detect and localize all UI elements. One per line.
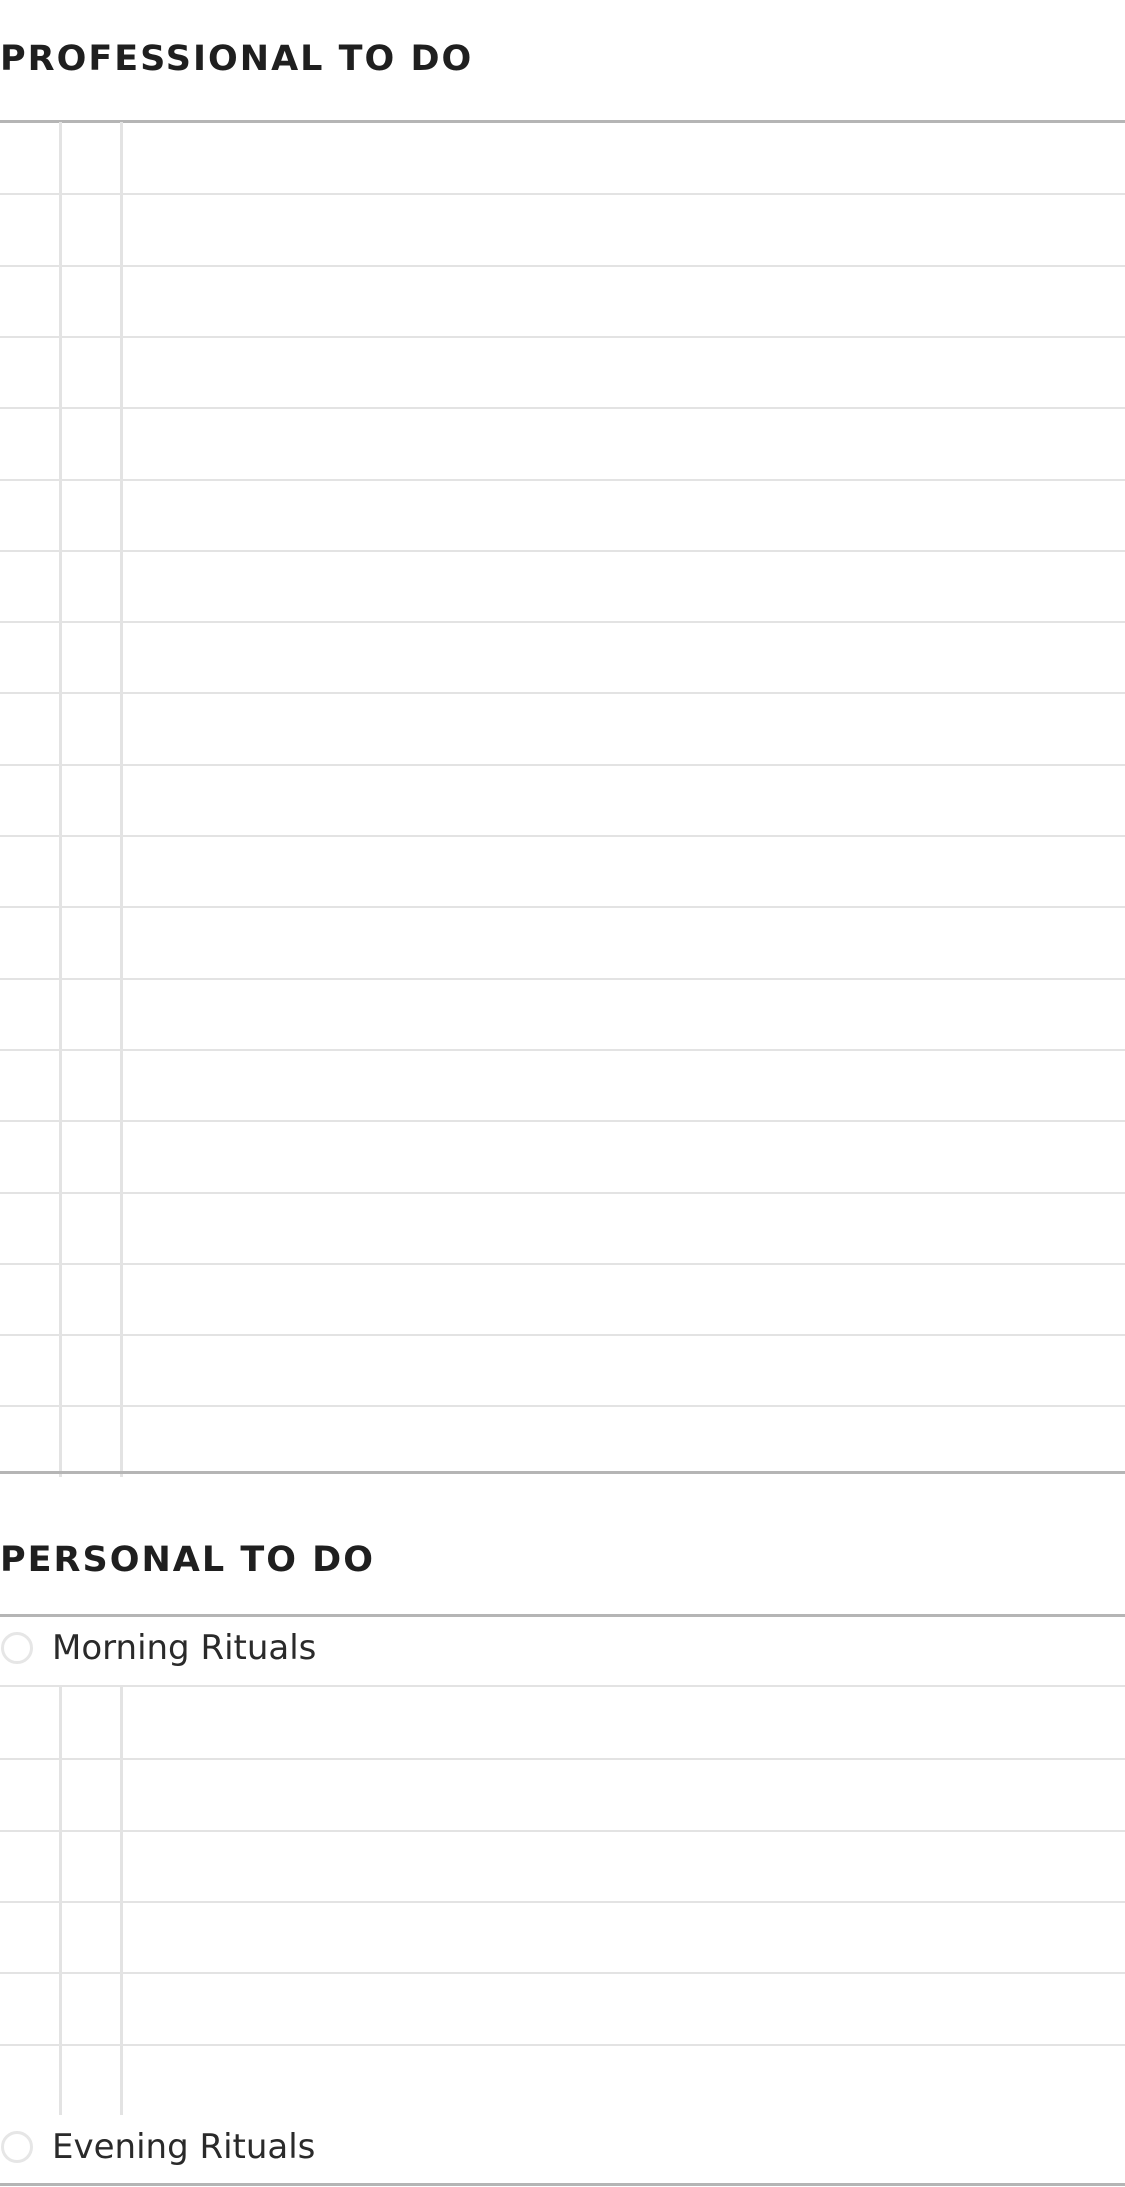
personal-task-row[interactable]	[123, 1903, 1125, 1972]
evening-rituals-row: Evening Rituals	[0, 2115, 1125, 2183]
morning-rituals-label: Morning Rituals	[52, 1628, 317, 1668]
professional-task-row[interactable]	[123, 1122, 1125, 1191]
professional-task-row[interactable]	[123, 481, 1125, 550]
professional-checkbox-column-rule	[59, 122, 62, 1477]
personal-task-row[interactable]	[123, 1689, 1125, 1758]
personal-task-row[interactable]	[123, 2046, 1125, 2115]
personal-bottom-rule	[0, 2183, 1125, 2186]
professional-task-row[interactable]	[123, 552, 1125, 621]
personal-checkbox-column-rule	[59, 1687, 62, 2115]
professional-todo-title: PROFESSIONAL TO DO	[0, 39, 474, 79]
professional-task-row[interactable]	[123, 338, 1125, 407]
professional-task-row[interactable]	[123, 1265, 1125, 1334]
personal-task-row[interactable]	[123, 1760, 1125, 1829]
professional-task-row[interactable]	[123, 908, 1125, 977]
professional-top-rule	[0, 120, 1125, 123]
professional-task-row[interactable]	[123, 267, 1125, 336]
professional-task-row[interactable]	[123, 980, 1125, 1049]
personal-task-row[interactable]	[123, 1832, 1125, 1901]
professional-bottom-rule	[0, 1471, 1125, 1474]
personal-todo-title: PERSONAL TO DO	[0, 1540, 375, 1580]
morning-rituals-divider	[0, 1685, 1125, 1687]
morning-rituals-radio-icon[interactable]	[1, 1632, 33, 1664]
professional-task-row[interactable]	[123, 1407, 1125, 1476]
professional-task-row[interactable]	[123, 1051, 1125, 1120]
professional-task-row[interactable]	[123, 1336, 1125, 1405]
professional-task-row[interactable]	[123, 837, 1125, 906]
personal-priority-column-rule	[120, 1687, 123, 2115]
professional-task-row[interactable]	[123, 124, 1125, 193]
professional-task-row[interactable]	[123, 766, 1125, 835]
professional-task-row[interactable]	[123, 623, 1125, 692]
professional-task-row[interactable]	[123, 195, 1125, 264]
morning-rituals-row: Morning Rituals	[0, 1616, 1125, 1684]
personal-task-row[interactable]	[123, 1974, 1125, 2043]
planner-sheet: PROFESSIONAL TO DO PERSONAL TO DO Mornin…	[0, 0, 1125, 2187]
evening-rituals-label: Evening Rituals	[52, 2127, 316, 2167]
professional-task-row[interactable]	[123, 694, 1125, 763]
professional-task-row[interactable]	[123, 409, 1125, 478]
evening-rituals-radio-icon[interactable]	[1, 2131, 33, 2163]
professional-task-row[interactable]	[123, 1194, 1125, 1263]
professional-priority-column-rule	[120, 122, 123, 1477]
